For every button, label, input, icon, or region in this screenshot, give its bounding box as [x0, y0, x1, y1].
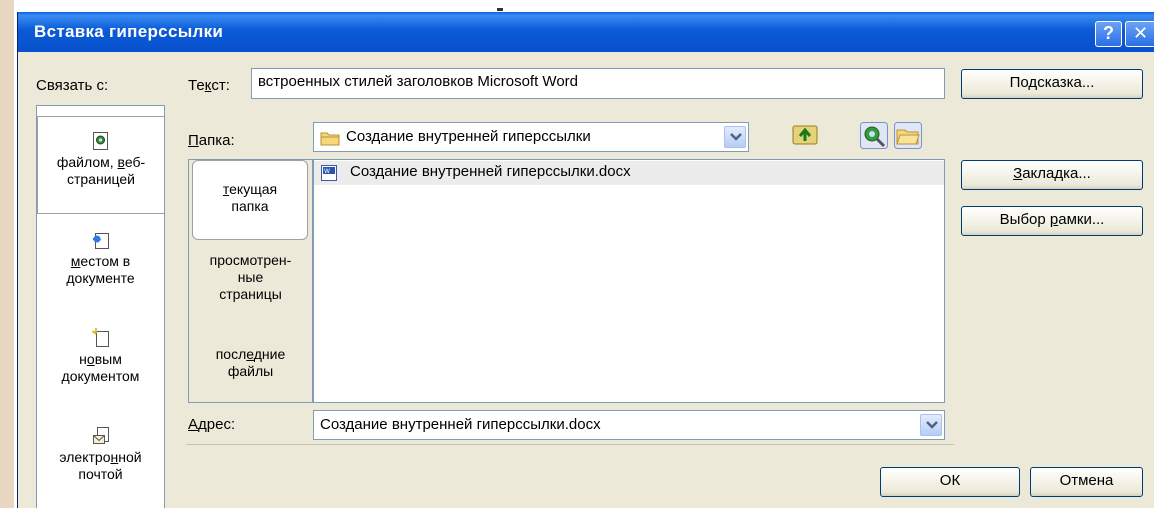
place-in-document-icon	[92, 233, 109, 249]
background-strip	[0, 0, 14, 508]
tab-recent-files[interactable]: последние файлы	[189, 346, 312, 386]
insert-hyperlink-dialog: Вставка гиперссылки ? ✕ Связать с: файло…	[17, 12, 1154, 508]
ok-button[interactable]: ОК	[880, 467, 1020, 497]
cancel-button[interactable]: Отмена	[1030, 467, 1143, 497]
up-one-folder-icon[interactable]	[792, 122, 820, 149]
address-dropdown-arrow[interactable]	[920, 414, 942, 436]
link-existing-file-web-page[interactable]: файлом, веб- страницей	[37, 116, 164, 214]
title-bar: Вставка гиперссылки ? ✕	[18, 12, 1154, 52]
address-value: Создание внутренней гиперссылки.docx	[320, 416, 601, 433]
bookmark-button[interactable]: Закладка...	[961, 160, 1143, 190]
tab-browsed-pages[interactable]: просмотрен- ные страницы	[189, 252, 312, 316]
help-icon: ?	[1103, 23, 1114, 43]
help-button[interactable]: ?	[1095, 21, 1122, 47]
web-page-icon	[93, 132, 108, 150]
folder-icon	[320, 132, 340, 146]
link-new-document-label: новым документом	[61, 351, 140, 384]
document-mark	[497, 8, 503, 11]
link-with-label: Связать с:	[36, 77, 109, 94]
text-label: Текст:	[188, 77, 230, 94]
new-document-icon	[91, 328, 109, 347]
text-to-display-input[interactable]: встроенных стилей заголовков Microsoft W…	[251, 68, 945, 99]
separator	[186, 444, 954, 445]
chevron-down-icon	[926, 421, 938, 429]
file-list: W Создание внутренней гиперссылки.docx	[313, 159, 945, 403]
folder-label: Папка:	[188, 132, 235, 149]
link-email-label: электронной почтой	[59, 449, 142, 482]
window-title: Вставка гиперссылки	[34, 22, 224, 41]
background-top	[14, 0, 1154, 12]
close-icon: ✕	[1132, 23, 1149, 43]
browse-web-icon[interactable]	[860, 122, 888, 149]
target-frame-button[interactable]: Выбор рамки...	[961, 206, 1143, 236]
link-place-in-document[interactable]: местом в документе	[37, 230, 164, 310]
file-name: Создание внутренней гиперссылки.docx	[350, 163, 631, 180]
chevron-down-icon	[730, 133, 742, 141]
svg-text:W: W	[324, 168, 330, 175]
close-button[interactable]: ✕	[1125, 21, 1154, 47]
link-new-document[interactable]: новым документом	[37, 328, 164, 408]
address-label: Адрес:	[188, 416, 236, 433]
screentip-button[interactable]: Подсказка...	[961, 69, 1143, 99]
tab-current-folder[interactable]: текущая папка	[192, 160, 308, 240]
folder-select[interactable]: Создание внутренней гиперссылки	[313, 122, 749, 152]
email-icon	[92, 427, 109, 444]
link-with-sidebar: файлом, веб- страницей местом в документ…	[36, 105, 165, 508]
look-in-tabs: текущая папка просмотрен- ные страницы п…	[188, 159, 313, 403]
link-place-label: местом в документе	[66, 253, 135, 286]
folder-value: Создание внутренней гиперссылки	[346, 128, 591, 145]
folder-dropdown-arrow[interactable]	[724, 126, 746, 148]
link-email-address[interactable]: электронной почтой	[37, 426, 164, 506]
word-document-icon: W	[321, 165, 337, 181]
browse-file-icon[interactable]	[894, 122, 922, 149]
address-combo[interactable]: Создание внутренней гиперссылки.docx	[313, 410, 945, 440]
link-existing-file-label: файлом, веб- страницей	[56, 154, 146, 187]
list-item[interactable]: W Создание внутренней гиперссылки.docx	[314, 161, 944, 185]
